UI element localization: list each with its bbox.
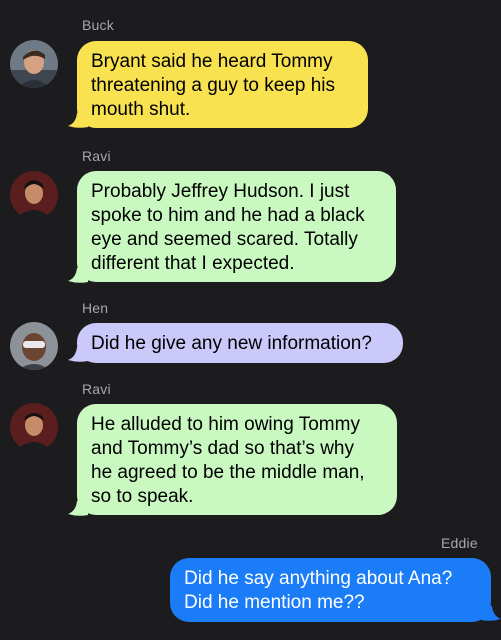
ravi-avatar[interactable] [10, 403, 58, 451]
ravi-avatar[interactable] [10, 171, 58, 219]
buck-avatar[interactable] [10, 40, 58, 88]
sender-name-eddie: Eddie [441, 535, 478, 551]
sender-name-ravi: Ravi [82, 381, 111, 397]
hen-avatar[interactable] [10, 322, 58, 370]
message-bubble-eddie[interactable]: Did he say anything about Ana? Did he me… [170, 558, 491, 622]
sender-name-ravi: Ravi [82, 148, 111, 164]
message-bubble-ravi[interactable]: Probably Jeffrey Hudson. I just spoke to… [77, 171, 396, 282]
message-bubble-buck[interactable]: Bryant said he heard Tommy threatening a… [77, 41, 368, 128]
sender-name-hen: Hen [82, 300, 109, 316]
message-bubble-ravi[interactable]: He alluded to him owing Tommy and Tommy’… [77, 404, 397, 515]
message-bubble-hen[interactable]: Did he give any new information? [77, 323, 403, 363]
sender-name-buck: Buck [82, 17, 114, 33]
